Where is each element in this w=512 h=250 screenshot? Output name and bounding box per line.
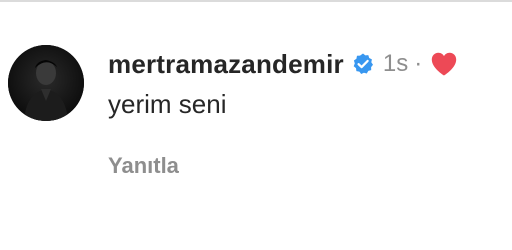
avatar-photo [8, 45, 84, 121]
username[interactable]: mertramazandemir [108, 49, 344, 80]
avatar[interactable] [8, 45, 84, 121]
verified-badge-icon [351, 52, 375, 76]
reply-button[interactable]: Yanıtla [108, 153, 179, 179]
comment-header: mertramazandemir 1s · [108, 44, 458, 84]
meta-separator: · [414, 50, 423, 77]
comment-item: mertramazandemir 1s · yerim seni Yanıtla [0, 0, 512, 250]
comment-timestamp: 1s [382, 50, 409, 77]
comment-text: yerim seni [108, 89, 227, 119]
heart-icon[interactable] [430, 51, 458, 77]
comment-screen: mertramazandemir 1s · yerim seni Yanıtla [0, 0, 512, 250]
